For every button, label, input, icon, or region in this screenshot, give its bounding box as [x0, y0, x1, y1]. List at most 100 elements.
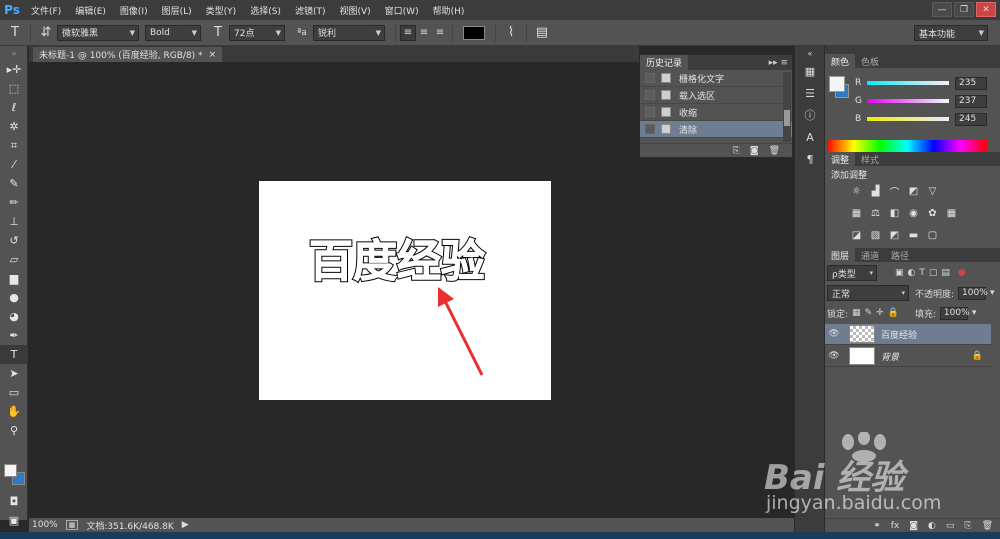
color-lookup-icon[interactable]: ▦ — [944, 206, 959, 221]
chevron-down-icon[interactable]: ▾ — [990, 288, 995, 298]
red-value[interactable]: 235 — [955, 76, 987, 90]
filter-adjustment-icon[interactable]: ◐ — [908, 268, 916, 278]
font-style-select[interactable]: Bold ▼ — [145, 24, 201, 41]
history-panel-icon[interactable]: ▦ — [795, 60, 825, 82]
panel-menu-icon[interactable]: ▸▸ ≡ — [769, 58, 792, 68]
new-group-icon[interactable]: ▭ — [946, 521, 955, 531]
menu-filter[interactable]: 滤镜(T) — [288, 4, 333, 17]
lasso-tool-icon[interactable]: ℓ — [0, 98, 28, 117]
healing-brush-tool-icon[interactable]: ✎ — [0, 174, 28, 193]
history-scrollbar[interactable] — [783, 72, 791, 142]
eye-icon[interactable]: 👁 — [825, 329, 843, 339]
info-panel-icon[interactable]: ⓘ — [795, 104, 825, 126]
align-left-button[interactable]: ≡ — [400, 24, 416, 41]
filter-smart-object-icon[interactable]: ▤ — [941, 268, 950, 278]
eraser-tool-icon[interactable]: ▱ — [0, 250, 28, 269]
tools-collapse-icon[interactable]: » — [0, 46, 28, 60]
layer-style-icon[interactable]: fx — [891, 521, 900, 531]
character-panel-icon[interactable]: ▤ — [531, 23, 553, 43]
expand-panels-icon[interactable]: « — [795, 46, 825, 60]
menu-edit[interactable]: 编辑(E) — [68, 4, 113, 17]
hand-tool-icon[interactable]: ✋ — [0, 402, 28, 421]
tab-styles[interactable]: 样式 — [855, 152, 885, 167]
menu-view[interactable]: 视图(V) — [332, 4, 377, 17]
tab-adjustments[interactable]: 调整 — [825, 151, 856, 167]
gradient-map-icon[interactable]: ▬ — [906, 228, 921, 243]
link-layers-icon[interactable]: ⚭ — [873, 521, 881, 531]
levels-icon[interactable]: ▟ — [868, 184, 883, 199]
lock-position-icon[interactable]: ✛ — [876, 308, 884, 318]
menu-type[interactable]: 类型(Y) — [199, 4, 244, 17]
tab-swatches[interactable]: 色板 — [855, 54, 885, 69]
close-button[interactable]: ✕ — [976, 2, 996, 17]
path-selection-tool-icon[interactable]: ➤ — [0, 364, 28, 383]
history-checkbox[interactable] — [645, 90, 655, 100]
history-item[interactable]: 清除 — [640, 121, 792, 138]
workspace-select[interactable]: 基本功能 ▼ — [914, 25, 988, 41]
history-checkbox[interactable] — [645, 124, 655, 134]
delete-layer-icon[interactable]: 🗑 — [982, 521, 993, 531]
new-doc-from-state-icon[interactable]: ⎘ — [733, 146, 740, 156]
shape-tool-icon[interactable]: ▭ — [0, 383, 28, 402]
paragraph-panel-icon[interactable]: ¶ — [795, 148, 825, 170]
color-spectrum[interactable] — [827, 140, 987, 152]
restore-button[interactable]: ❐ — [954, 2, 974, 17]
invert-icon[interactable]: ◪ — [849, 228, 864, 243]
snapshot-icon[interactable]: ◙ — [750, 146, 759, 156]
history-brush-tool-icon[interactable]: ↺ — [0, 231, 28, 250]
type-tool-icon[interactable]: T — [0, 345, 28, 364]
filter-type-icon[interactable]: T — [919, 268, 925, 278]
lock-image-icon[interactable]: ✎ — [865, 308, 873, 318]
dodge-tool-icon[interactable]: ◕ — [0, 307, 28, 326]
menu-help[interactable]: 帮助(H) — [426, 4, 472, 17]
tab-color[interactable]: 颜色 — [825, 53, 856, 69]
blur-tool-icon[interactable]: ● — [0, 288, 28, 307]
photo-filter-icon[interactable]: ◉ — [906, 206, 921, 221]
color-swatches[interactable] — [4, 464, 26, 486]
text-orientation-icon[interactable]: ⇵ — [35, 23, 57, 43]
opacity-input[interactable]: 100% — [958, 286, 988, 300]
tab-paths[interactable]: 路径 — [885, 248, 915, 263]
chevron-down-icon[interactable]: ▾ — [972, 308, 977, 318]
black-white-icon[interactable]: ◧ — [887, 206, 902, 221]
blend-mode-select[interactable]: 正常 ▾ — [827, 285, 909, 301]
trash-icon[interactable]: 🗑 — [769, 146, 780, 156]
properties-panel-icon[interactable]: ☰ — [795, 82, 825, 104]
layer-row[interactable]: 👁 百度经验 — [825, 324, 991, 345]
layer-kind-select[interactable]: ρ类型 ▾ — [827, 265, 877, 281]
foreground-color-box[interactable] — [829, 76, 845, 92]
document-canvas[interactable]: 百度经验 百度经验 — [259, 181, 551, 400]
tab-layers[interactable]: 图层 — [825, 247, 856, 263]
pen-tool-icon[interactable]: ✒ — [0, 326, 28, 345]
antialias-select[interactable]: 锐利 ▼ — [313, 24, 385, 41]
green-slider-track[interactable] — [867, 99, 949, 103]
blue-value[interactable]: 245 — [955, 112, 987, 126]
red-slider-track[interactable] — [867, 81, 949, 85]
new-adjustment-icon[interactable]: ◐ — [928, 521, 936, 531]
eye-icon[interactable]: 👁 — [825, 351, 843, 361]
new-layer-icon[interactable]: ⎘ — [964, 521, 971, 531]
scrollbar-thumb[interactable] — [784, 110, 790, 126]
crop-tool-icon[interactable]: ⌗ — [0, 136, 28, 155]
minimize-button[interactable]: — — [932, 2, 952, 17]
menu-layer[interactable]: 图层(L) — [155, 4, 199, 17]
zoom-tool-icon[interactable]: ⚲ — [0, 421, 28, 440]
history-item[interactable]: 收缩 — [640, 104, 792, 121]
hue-saturation-icon[interactable]: ▦ — [849, 206, 864, 221]
filter-toggle-icon[interactable]: ● — [958, 268, 966, 278]
screen-mode-icon[interactable]: ▣ — [0, 511, 28, 530]
tab-history[interactable]: 历史记录 — [640, 55, 689, 70]
move-tool-icon[interactable]: ▸✛ — [0, 60, 28, 79]
text-color-swatch[interactable] — [463, 25, 485, 40]
history-checkbox[interactable] — [645, 107, 655, 117]
posterize-icon[interactable]: ▧ — [868, 228, 883, 243]
foreground-color-swatch[interactable] — [4, 464, 17, 477]
channel-mixer-icon[interactable]: ✿ — [925, 206, 940, 221]
document-tab[interactable]: 未标题-1 @ 100% (百度经验, RGB/8) * × — [33, 47, 223, 62]
warp-text-icon[interactable]: ⌇ — [500, 23, 522, 43]
gradient-tool-icon[interactable]: ▆ — [0, 269, 28, 288]
green-value[interactable]: 237 — [955, 94, 987, 108]
zoom-level[interactable]: 100% — [32, 520, 58, 530]
brush-tool-icon[interactable]: ✏ — [0, 193, 28, 212]
marquee-tool-icon[interactable]: ⬚ — [0, 79, 28, 98]
